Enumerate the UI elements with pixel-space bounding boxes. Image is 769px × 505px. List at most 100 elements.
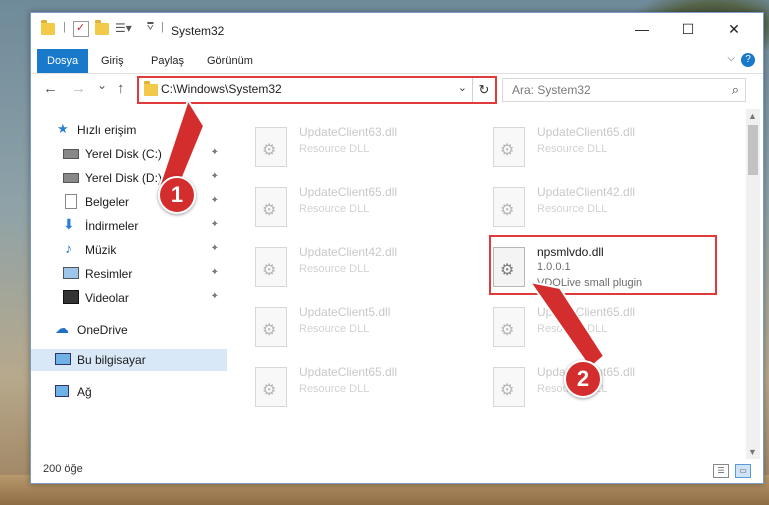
pictures-icon — [63, 267, 79, 279]
file-name: UpdateClient65.dll — [537, 305, 636, 319]
status-bar: 200 öğe ☰ ▭ — [31, 459, 763, 483]
search-input[interactable]: Ara: System32 ⌕ — [502, 78, 746, 102]
separator-icon: | — [161, 21, 164, 33]
network-icon — [55, 385, 69, 397]
sidebar-item-label: Belgeler — [85, 195, 130, 209]
pin-icon[interactable]: ✦ — [211, 195, 219, 206]
sidebar-item-label: Yerel Disk (C:) — [85, 147, 162, 161]
pin-icon[interactable]: ✦ — [211, 243, 219, 254]
details-view-icon[interactable]: ☰ — [713, 464, 729, 478]
title-bar: | ✓ ☰▾ ⩢ | System32 — ☐ ✕ — [31, 13, 763, 49]
new-folder-icon[interactable] — [95, 20, 109, 35]
file-item[interactable]: UpdateClient42.dll Resource DLL — [227, 239, 447, 293]
dll-file-icon — [255, 307, 287, 347]
sidebar-item-documents[interactable]: Belgeler ✦ — [31, 191, 227, 213]
customize-toolbar-icon[interactable]: ☰▾ — [115, 21, 132, 35]
tab-view[interactable]: Görünüm — [199, 49, 261, 73]
vertical-scrollbar[interactable]: ▲ ▼ — [746, 109, 760, 459]
file-item[interactable]: UpdateClient42.dll Resource DLL — [465, 179, 685, 233]
file-name: UpdateClient65.dll — [299, 365, 398, 379]
file-item[interactable]: UpdateClient63.dll Resource DLL — [227, 119, 447, 173]
folder-icon — [144, 81, 158, 96]
separator-icon: | — [63, 21, 66, 33]
chevron-down-icon[interactable]: ⌄ — [458, 81, 467, 94]
navigation-pane: ★ Hızlı erişim Yerel Disk (C:) ✦ Yerel D… — [31, 109, 227, 449]
recent-locations-icon[interactable]: ⌄ — [97, 78, 107, 92]
file-name: UpdateClient42.dll — [299, 245, 398, 259]
item-count: 200 öğe — [43, 463, 83, 475]
sidebar-item-label: Resimler — [85, 267, 133, 281]
sidebar-item-onedrive[interactable]: ☁ OneDrive — [31, 319, 227, 341]
sidebar-item-this-pc[interactable]: Bu bilgisayar — [31, 349, 227, 371]
sidebar-item-label: Bu bilgisayar — [77, 353, 146, 367]
file-description: Resource DLL — [537, 143, 608, 155]
computer-icon — [55, 353, 71, 365]
pin-icon[interactable]: ✦ — [211, 267, 219, 278]
pin-icon[interactable]: ✦ — [211, 219, 219, 230]
dll-file-icon — [255, 247, 287, 287]
properties-icon[interactable]: ✓ — [73, 21, 89, 37]
minimize-button[interactable]: — — [619, 13, 665, 45]
drive-icon — [63, 149, 79, 159]
file-item[interactable]: UpdateClient5.dll Resource DLL — [227, 299, 447, 353]
file-name: UpdateClient5.dll — [299, 305, 391, 319]
file-item[interactable]: UpdateClient65.dll Resource DLL — [227, 359, 447, 413]
dll-file-icon — [493, 127, 525, 167]
quick-access-dropdown-icon[interactable]: ⩢ — [147, 21, 154, 34]
pin-icon[interactable]: ✦ — [211, 171, 219, 182]
file-item[interactable]: UpdateClient65.dll Resource DLL — [465, 119, 685, 173]
scroll-up-icon[interactable]: ▲ — [748, 111, 757, 121]
search-icon[interactable]: ⌕ — [732, 82, 739, 98]
documents-icon — [65, 194, 77, 209]
sidebar-item-music[interactable]: ♪ Müzik ✦ — [31, 239, 227, 261]
pin-icon[interactable]: ✦ — [211, 147, 219, 158]
navigation-bar: ← → ⌄ ↑ C:\Windows\System32 ⌄ ↻ Ara: Sys… — [31, 74, 763, 106]
scrollbar-thumb[interactable] — [748, 125, 758, 175]
address-path[interactable]: C:\Windows\System32 — [161, 82, 282, 96]
refresh-icon[interactable]: ↻ — [472, 78, 495, 102]
tab-file[interactable]: Dosya — [37, 49, 89, 73]
sidebar-item-label: İndirmeler — [85, 219, 139, 233]
download-icon: ⬇ — [63, 216, 75, 232]
file-item[interactable]: UpdateClient65.dll Resource DLL — [227, 179, 447, 233]
close-button[interactable]: ✕ — [711, 13, 757, 45]
sidebar-item-videos[interactable]: Videolar ✦ — [31, 287, 227, 309]
pin-icon[interactable]: ✦ — [211, 291, 219, 302]
sidebar-item-network[interactable]: Ağ — [31, 381, 227, 403]
dll-file-icon — [255, 127, 287, 167]
step-badge-1: 1 — [158, 176, 196, 214]
sidebar-item-pictures[interactable]: Resimler ✦ — [31, 263, 227, 285]
sidebar-item-label: OneDrive — [77, 323, 128, 337]
file-description: Resource DLL — [537, 323, 608, 335]
file-item[interactable]: UpdateClient65.dll Resource DLL — [465, 299, 685, 353]
chevron-down-icon[interactable]: ⌵ — [727, 53, 735, 64]
sidebar-item-label: Ağ — [77, 385, 92, 399]
up-arrow-icon[interactable]: ↑ — [117, 80, 125, 97]
onedrive-icon: ☁ — [55, 320, 69, 336]
tab-home[interactable]: Giriş — [93, 49, 132, 73]
sidebar-item-local-disk-c[interactable]: Yerel Disk (C:) ✦ — [31, 143, 227, 165]
dll-file-icon — [493, 307, 525, 347]
file-description: Resource DLL — [299, 263, 370, 275]
sidebar-item-downloads[interactable]: ⬇ İndirmeler ✦ — [31, 215, 227, 237]
address-bar[interactable]: C:\Windows\System32 ⌄ ↻ — [137, 76, 497, 104]
back-arrow-icon[interactable]: ← — [43, 80, 58, 97]
maximize-button[interactable]: ☐ — [665, 13, 711, 45]
sidebar-item-label: Hızlı erişim — [77, 123, 137, 137]
file-description: Resource DLL — [299, 143, 370, 155]
sidebar-item-quick-access[interactable]: ★ Hızlı erişim — [31, 119, 227, 141]
sidebar-item-local-disk-d[interactable]: Yerel Disk (D:) ✦ — [31, 167, 227, 189]
forward-arrow-icon[interactable]: → — [71, 80, 86, 97]
file-name: UpdateClient65.dll — [537, 125, 636, 139]
search-placeholder: Ara: System32 — [512, 83, 591, 97]
dll-file-icon — [255, 187, 287, 227]
tiles-view-icon[interactable]: ▭ — [735, 464, 751, 478]
help-icon[interactable]: ? — [741, 53, 755, 67]
star-icon: ★ — [57, 121, 69, 136]
drive-icon — [63, 173, 79, 183]
dll-file-icon — [493, 367, 525, 407]
scroll-down-icon[interactable]: ▼ — [748, 447, 757, 457]
tab-share[interactable]: Paylaş — [143, 49, 192, 73]
file-description: Resource DLL — [299, 383, 370, 395]
highlight-box — [489, 235, 717, 295]
